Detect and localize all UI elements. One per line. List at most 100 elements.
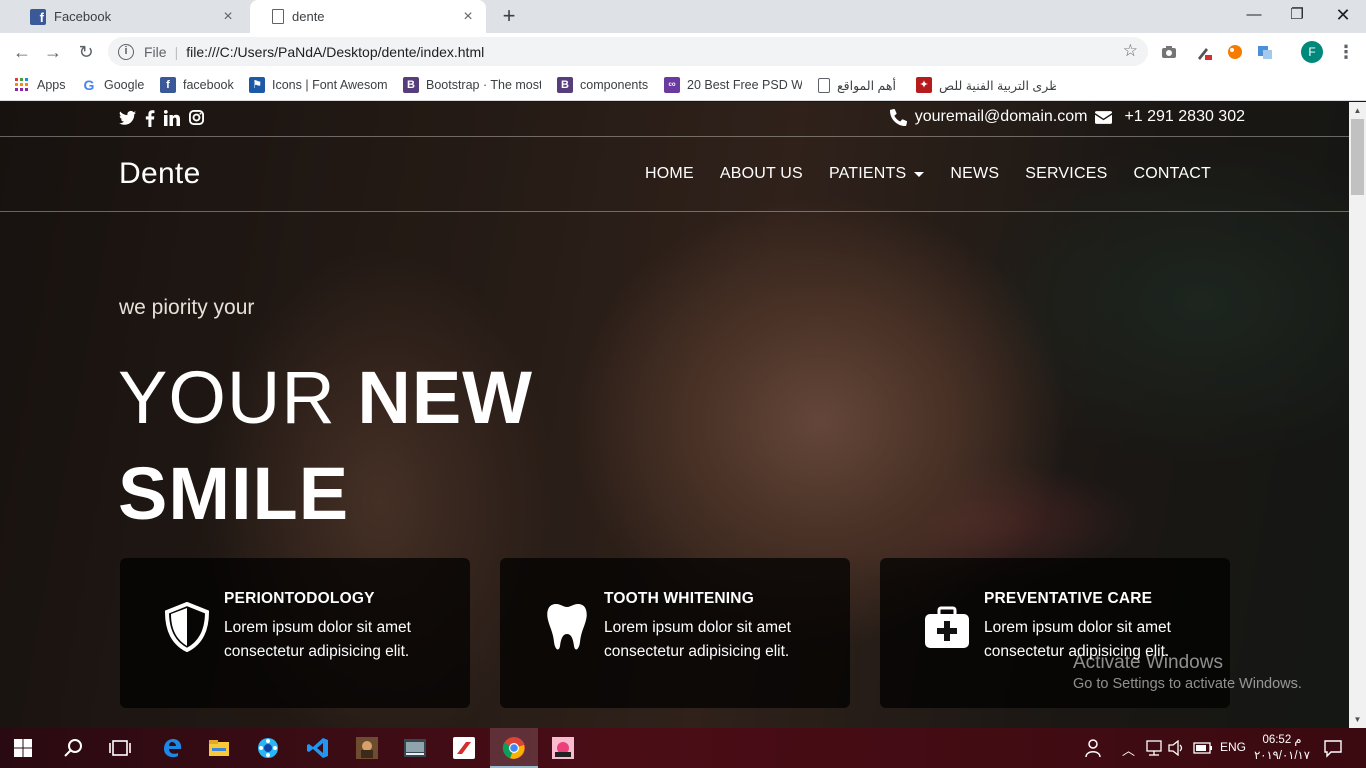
bookmark-apps[interactable]: Apps bbox=[14, 76, 66, 94]
edge-browser-icon[interactable] bbox=[160, 736, 184, 760]
extension-orange-icon[interactable] bbox=[1226, 43, 1244, 61]
phone-icon bbox=[889, 108, 907, 126]
phone-text[interactable]: +1 291 2830 302 bbox=[1124, 108, 1245, 126]
card-title: PREVENTATIVE CARE bbox=[984, 590, 1153, 607]
bookmark-label: Bootstrap · The most bbox=[426, 78, 541, 92]
tooth-icon bbox=[547, 604, 587, 650]
restore-button[interactable]: ❐ bbox=[1274, 0, 1320, 30]
bookmark-star-icon[interactable]: ☆ bbox=[1123, 41, 1138, 61]
clock-date: ٢٠١٩/٠١/١٧ bbox=[1254, 750, 1310, 762]
scroll-up-icon[interactable]: ▲ bbox=[1349, 102, 1366, 119]
tab-title: dente bbox=[292, 9, 325, 24]
nav-home[interactable]: HOME bbox=[645, 165, 694, 183]
more-menu-icon[interactable]: ⋮ bbox=[1337, 41, 1355, 63]
battery-icon[interactable] bbox=[1193, 741, 1213, 755]
bookmark-facebook[interactable]: f facebook bbox=[160, 76, 234, 94]
game-app-icon[interactable] bbox=[355, 736, 379, 760]
bookmark-colorlib[interactable]: co 20 Best Free PSD We bbox=[664, 76, 802, 94]
close-window-button[interactable]: ✕ bbox=[1320, 0, 1366, 30]
info-icon[interactable]: i bbox=[118, 43, 134, 60]
system-clock[interactable]: 06:52 م ٢٠١٩/٠١/١٧ bbox=[1254, 732, 1310, 764]
windows-taskbar: ︿ ENG 06:52 م ٢٠١٩/٠١/١٧ bbox=[0, 728, 1366, 768]
chrome-icon[interactable] bbox=[502, 736, 526, 760]
browser-toolbar: ← → ↻ i File | file:///C:/Users/PaNdA/De… bbox=[0, 33, 1366, 70]
colorlib-icon: co bbox=[664, 77, 680, 93]
nav-news[interactable]: NEWS bbox=[950, 165, 999, 183]
document-icon bbox=[818, 77, 830, 93]
close-icon[interactable]: × bbox=[460, 8, 476, 25]
facebook-icon[interactable] bbox=[145, 110, 155, 127]
facebook-icon: f bbox=[160, 77, 176, 93]
site-icon: ✦ bbox=[916, 77, 932, 93]
bookmark-google[interactable]: G Google bbox=[81, 76, 145, 94]
nav-services[interactable]: SERVICES bbox=[1025, 165, 1107, 183]
bookmark-bootstrap[interactable]: B Bootstrap · The most bbox=[403, 76, 541, 94]
bookmark-art-education[interactable]: ✦ نظرى التربية الفنية للص bbox=[916, 76, 1056, 94]
main-navbar: Dente HOME ABOUT US PATIENTS NEWS SERVIC… bbox=[0, 137, 1349, 212]
image-viewer-icon[interactable] bbox=[551, 736, 575, 760]
back-button[interactable]: ← bbox=[10, 40, 34, 64]
translate-icon[interactable] bbox=[1256, 43, 1274, 61]
nav-about-us[interactable]: ABOUT US bbox=[720, 165, 803, 183]
reload-button[interactable]: ↻ bbox=[74, 40, 98, 64]
medkit-icon bbox=[925, 606, 969, 648]
file-explorer-icon[interactable] bbox=[207, 736, 231, 760]
racing-game-icon[interactable] bbox=[452, 736, 476, 760]
forward-button[interactable]: → bbox=[41, 40, 65, 64]
network-icon[interactable] bbox=[1145, 740, 1163, 756]
activate-windows-subtitle: Go to Settings to activate Windows. bbox=[1073, 676, 1302, 692]
google-icon: G bbox=[83, 77, 95, 93]
eyedropper-icon[interactable] bbox=[1195, 43, 1213, 61]
scheme-label: File bbox=[144, 43, 167, 60]
url-text[interactable]: file:///C:/Users/PaNdA/Desktop/dente/ind… bbox=[186, 44, 484, 60]
bookmark-important-sites[interactable]: أهم المواقع bbox=[818, 76, 896, 94]
envelope-icon bbox=[1095, 110, 1113, 124]
nav-patients[interactable]: PATIENTS bbox=[828, 165, 925, 183]
clock-time: 06:52 م bbox=[1262, 734, 1302, 746]
video-editor-icon[interactable] bbox=[403, 736, 427, 760]
language-indicator[interactable]: ENG bbox=[1220, 740, 1246, 754]
service-card-periodontology[interactable]: PERIONTODOLOGY Lorem ipsum dolor sit ame… bbox=[120, 558, 470, 708]
card-text: Lorem ipsum dolor sit amet consectetur a… bbox=[604, 619, 791, 660]
linkedin-icon[interactable] bbox=[164, 110, 180, 126]
contact-info: youremail@domain.com +1 291 2830 302 bbox=[889, 108, 1245, 126]
service-card-tooth-whitening[interactable]: TOOTH WHITENING Lorem ipsum dolor sit am… bbox=[500, 558, 850, 708]
tab-facebook[interactable]: f Facebook × bbox=[10, 0, 246, 33]
media-player-icon[interactable] bbox=[256, 736, 280, 760]
page-scrollbar[interactable]: ▲ ▼ bbox=[1349, 102, 1366, 728]
chevron-up-icon[interactable]: ︿ bbox=[1122, 740, 1135, 759]
bookmark-font-awesome[interactable]: ⚑ Icons | Font Awesome bbox=[249, 76, 387, 94]
nav-contact[interactable]: CONTACT bbox=[1133, 165, 1211, 183]
new-tab-button[interactable]: + bbox=[498, 5, 520, 27]
close-icon[interactable]: × bbox=[220, 8, 236, 25]
instagram-icon[interactable] bbox=[189, 110, 204, 125]
address-bar[interactable]: i File | file:///C:/Users/PaNdA/Desktop/… bbox=[108, 37, 1148, 66]
email-text[interactable]: youremail@domain.com bbox=[915, 108, 1088, 126]
bookmark-label: أهم المواقع bbox=[837, 78, 896, 93]
notifications-icon[interactable] bbox=[1323, 738, 1343, 758]
people-icon[interactable] bbox=[1085, 738, 1105, 758]
tab-title: Facebook bbox=[54, 9, 112, 24]
search-icon[interactable] bbox=[62, 736, 86, 760]
vscode-icon[interactable] bbox=[306, 736, 330, 760]
nav-patients-label: PATIENTS bbox=[828, 165, 907, 182]
profile-avatar[interactable]: F bbox=[1301, 41, 1323, 63]
bookmark-label: facebook bbox=[183, 78, 234, 92]
shield-icon bbox=[164, 602, 210, 652]
scroll-down-icon[interactable]: ▼ bbox=[1349, 711, 1366, 728]
twitter-icon[interactable] bbox=[119, 110, 136, 126]
brand-logo[interactable]: Dente bbox=[119, 157, 201, 191]
flag-icon: ⚑ bbox=[249, 77, 265, 93]
windows-start-icon[interactable] bbox=[14, 739, 32, 757]
tab-dente[interactable]: dente × bbox=[250, 0, 486, 33]
task-view-icon[interactable] bbox=[108, 736, 132, 760]
bookmark-components[interactable]: B components bbox=[557, 76, 648, 94]
bookmark-label: Google bbox=[104, 78, 145, 92]
camera-icon[interactable] bbox=[1160, 43, 1178, 61]
minimize-button[interactable]: — bbox=[1231, 0, 1277, 30]
volume-icon[interactable] bbox=[1168, 740, 1186, 756]
scrollbar-thumb[interactable] bbox=[1351, 119, 1364, 195]
card-title: PERIONTODOLOGY bbox=[224, 590, 375, 607]
hero-subheading: we piority your bbox=[119, 296, 255, 319]
bookmark-label: نظرى التربية الفنية للص bbox=[939, 78, 1056, 93]
